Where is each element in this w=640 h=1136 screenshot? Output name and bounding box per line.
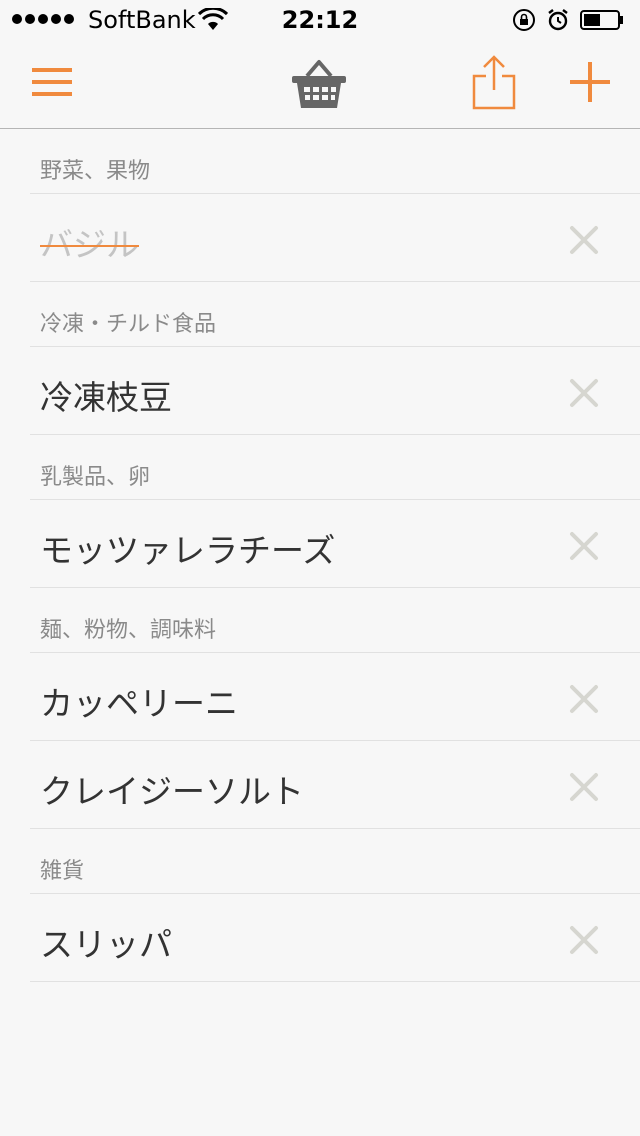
list-item[interactable]: カッペリーニ [30, 653, 640, 741]
list-item[interactable]: スリッパ [30, 894, 640, 982]
list-item[interactable]: モッツァレラチーズ [30, 500, 640, 588]
section-title: 乳製品、卵 [40, 465, 151, 490]
delete-icon[interactable] [568, 530, 600, 562]
rotation-lock-icon [513, 9, 535, 31]
section-header: 野菜、果物 [30, 129, 640, 194]
navigation-bar [0, 40, 640, 129]
item-label: スリッパ [40, 925, 172, 964]
section-header: 雑貨 [30, 829, 640, 894]
section-header: 麺、粉物、調味料 [30, 588, 640, 653]
battery-icon [580, 10, 623, 30]
hamburger-menu-icon[interactable] [30, 64, 74, 100]
shopping-list: 野菜、果物バジル冷凍・チルド食品冷凍枝豆乳製品、卵モッツァレラチーズ麺、粉物、調… [0, 129, 640, 982]
plus-icon[interactable] [568, 60, 612, 104]
section-title: 冷凍・チルド食品 [40, 312, 217, 337]
delete-icon[interactable] [568, 771, 600, 803]
list-item[interactable]: 冷凍枝豆 [30, 347, 640, 435]
list-item[interactable]: クレイジーソルト [30, 741, 640, 829]
delete-icon[interactable] [568, 924, 600, 956]
list-item[interactable]: バジル [30, 194, 640, 282]
item-label: バジル [40, 225, 139, 264]
section-header: 冷凍・チルド食品 [30, 282, 640, 347]
item-label: クレイジーソルト [40, 772, 304, 811]
status-bar: SoftBank 22:12 [0, 0, 640, 40]
basket-icon [292, 60, 346, 108]
share-icon[interactable] [470, 54, 518, 110]
section-title: 麺、粉物、調味料 [40, 618, 217, 643]
delete-icon[interactable] [568, 683, 600, 715]
alarm-icon [548, 9, 568, 31]
status-time: 22:12 [281, 6, 359, 34]
delete-icon[interactable] [568, 224, 600, 256]
section-title: 野菜、果物 [40, 159, 151, 184]
delete-icon[interactable] [568, 377, 600, 409]
item-label: 冷凍枝豆 [40, 378, 172, 417]
item-label: カッペリーニ [40, 684, 238, 723]
section-title: 雑貨 [40, 859, 85, 884]
item-label: モッツァレラチーズ [40, 531, 336, 570]
section-header: 乳製品、卵 [30, 435, 640, 500]
